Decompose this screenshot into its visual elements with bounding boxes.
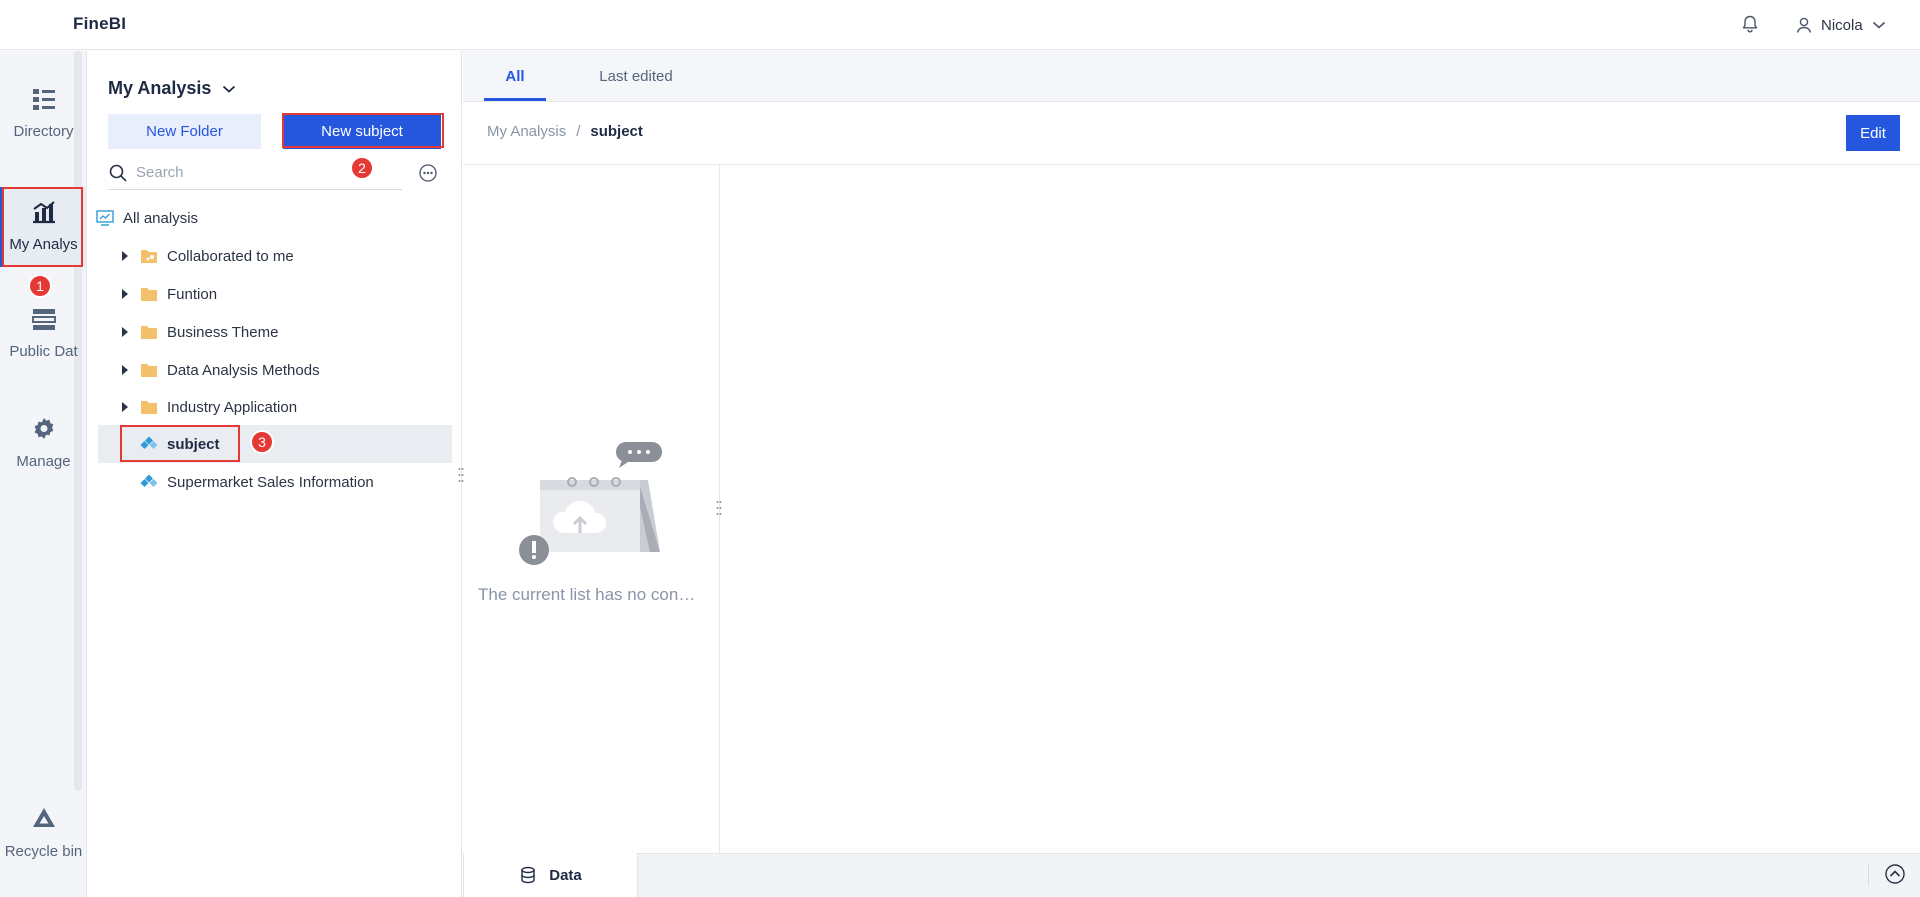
recycle-bin-icon <box>32 808 55 827</box>
tree-label: Funtion <box>167 285 218 303</box>
panel-title: My Analysis <box>108 78 212 98</box>
tree-label: Industry Application <box>167 398 298 416</box>
rail-item-directory[interactable]: Directory <box>0 85 87 165</box>
rail-item-label: Manage <box>16 453 71 470</box>
public-data-icon <box>31 309 56 330</box>
panel-title-dropdown[interactable]: My Analysis <box>108 78 237 99</box>
analysis-chart-icon <box>32 201 55 224</box>
database-icon <box>521 866 535 884</box>
app-logo: FineBI <box>73 14 127 33</box>
user-menu[interactable]: Nicola <box>1795 13 1887 37</box>
tree-item-data-analysis-methods[interactable]: Data Analysis Methods <box>98 351 452 389</box>
tree-label: Collaborated to me <box>167 247 294 265</box>
tree-item-funtion[interactable]: Funtion <box>98 275 452 313</box>
caret-right-icon[interactable] <box>118 363 132 377</box>
subject-icon <box>140 436 158 449</box>
user-name: Nicola <box>1821 16 1863 34</box>
annotation-badge-1: 1 <box>28 274 52 298</box>
tree-root-all-analysis[interactable]: All analysis <box>96 199 452 237</box>
active-indicator <box>0 187 3 267</box>
folder-icon <box>141 288 157 301</box>
rail-item-public-data[interactable]: Public Dat <box>0 305 87 385</box>
active-tab-underline <box>484 98 546 101</box>
top-bar: FineBI Nicola <box>0 0 1920 50</box>
folder-icon <box>141 401 157 414</box>
caret-right-icon[interactable] <box>118 325 132 339</box>
empty-state-text: The current list has no con… <box>478 585 696 604</box>
collapse-up-icon[interactable] <box>1884 863 1906 885</box>
monitor-icon <box>96 210 114 226</box>
folder-icon <box>141 326 157 339</box>
rail-item-label: Public Dat <box>9 343 78 360</box>
tree-item-subject[interactable]: subject <box>98 425 452 463</box>
empty-state-illustration <box>519 442 662 565</box>
folder-icon <box>141 364 157 377</box>
rail-item-manage[interactable]: Manage <box>0 415 87 495</box>
tree-label: Data Analysis Methods <box>167 361 320 379</box>
tree-item-industry-application[interactable]: Industry Application <box>98 388 452 426</box>
main-tabs-bar: All Last edited <box>463 51 1920 102</box>
rail-item-label: My Analys <box>9 236 78 253</box>
caret-right-icon[interactable] <box>118 287 132 301</box>
breadcrumb-current: subject <box>590 123 643 140</box>
chevron-down-icon <box>223 85 236 93</box>
edit-button[interactable]: Edit <box>1846 115 1900 151</box>
tree-item-business-theme[interactable]: Business Theme <box>98 313 452 351</box>
breadcrumb-separator: / <box>576 123 581 140</box>
rail-item-label: Recycle bin <box>4 843 83 860</box>
gear-icon <box>34 418 53 439</box>
tree-label: All analysis <box>123 209 199 227</box>
new-folder-button[interactable]: New Folder <box>108 114 261 149</box>
search-input[interactable] <box>136 164 376 181</box>
breadcrumb-parent[interactable]: My Analysis <box>487 123 566 140</box>
new-subject-button[interactable]: New subject <box>283 114 441 149</box>
data-tab[interactable]: Data <box>463 853 638 897</box>
caret-right-icon[interactable] <box>118 400 132 414</box>
tree-item-supermarket-sales[interactable]: Supermarket Sales Information <box>98 463 452 501</box>
breadcrumb: My Analysis / subject <box>487 123 643 140</box>
caret-right-icon[interactable] <box>118 249 132 263</box>
more-options-icon[interactable] <box>418 163 438 183</box>
chevron-down-icon <box>1872 21 1885 29</box>
tree-label: Business Theme <box>167 323 279 341</box>
tree-item-collaborated[interactable]: Collaborated to me <box>98 237 452 275</box>
user-icon <box>1796 17 1812 33</box>
bottom-bar: Data <box>463 853 1920 897</box>
search-icon <box>109 164 127 182</box>
rail-item-my-analysis[interactable]: My Analys <box>0 187 87 267</box>
tab-all[interactable]: All <box>484 51 546 102</box>
tab-last-edited[interactable]: Last edited <box>581 51 691 102</box>
annotation-badge-3: 3 <box>250 430 274 454</box>
directory-icon <box>32 89 55 110</box>
rail-item-recycle-bin[interactable]: Recycle bin <box>0 805 87 885</box>
tree-label: subject <box>167 435 220 453</box>
bell-icon[interactable] <box>1740 14 1760 34</box>
rail-item-label: Directory <box>13 123 74 140</box>
subject-icon <box>140 474 158 487</box>
bottom-separator <box>1868 865 1869 885</box>
shared-folder-icon <box>141 250 157 263</box>
data-tab-label: Data <box>549 866 582 884</box>
analysis-panel: My Analysis New Folder New subject All a… <box>88 51 462 897</box>
tree-label: Supermarket Sales Information <box>167 473 374 491</box>
annotation-badge-2: 2 <box>350 156 374 180</box>
column-resize-handle[interactable] <box>716 500 722 516</box>
